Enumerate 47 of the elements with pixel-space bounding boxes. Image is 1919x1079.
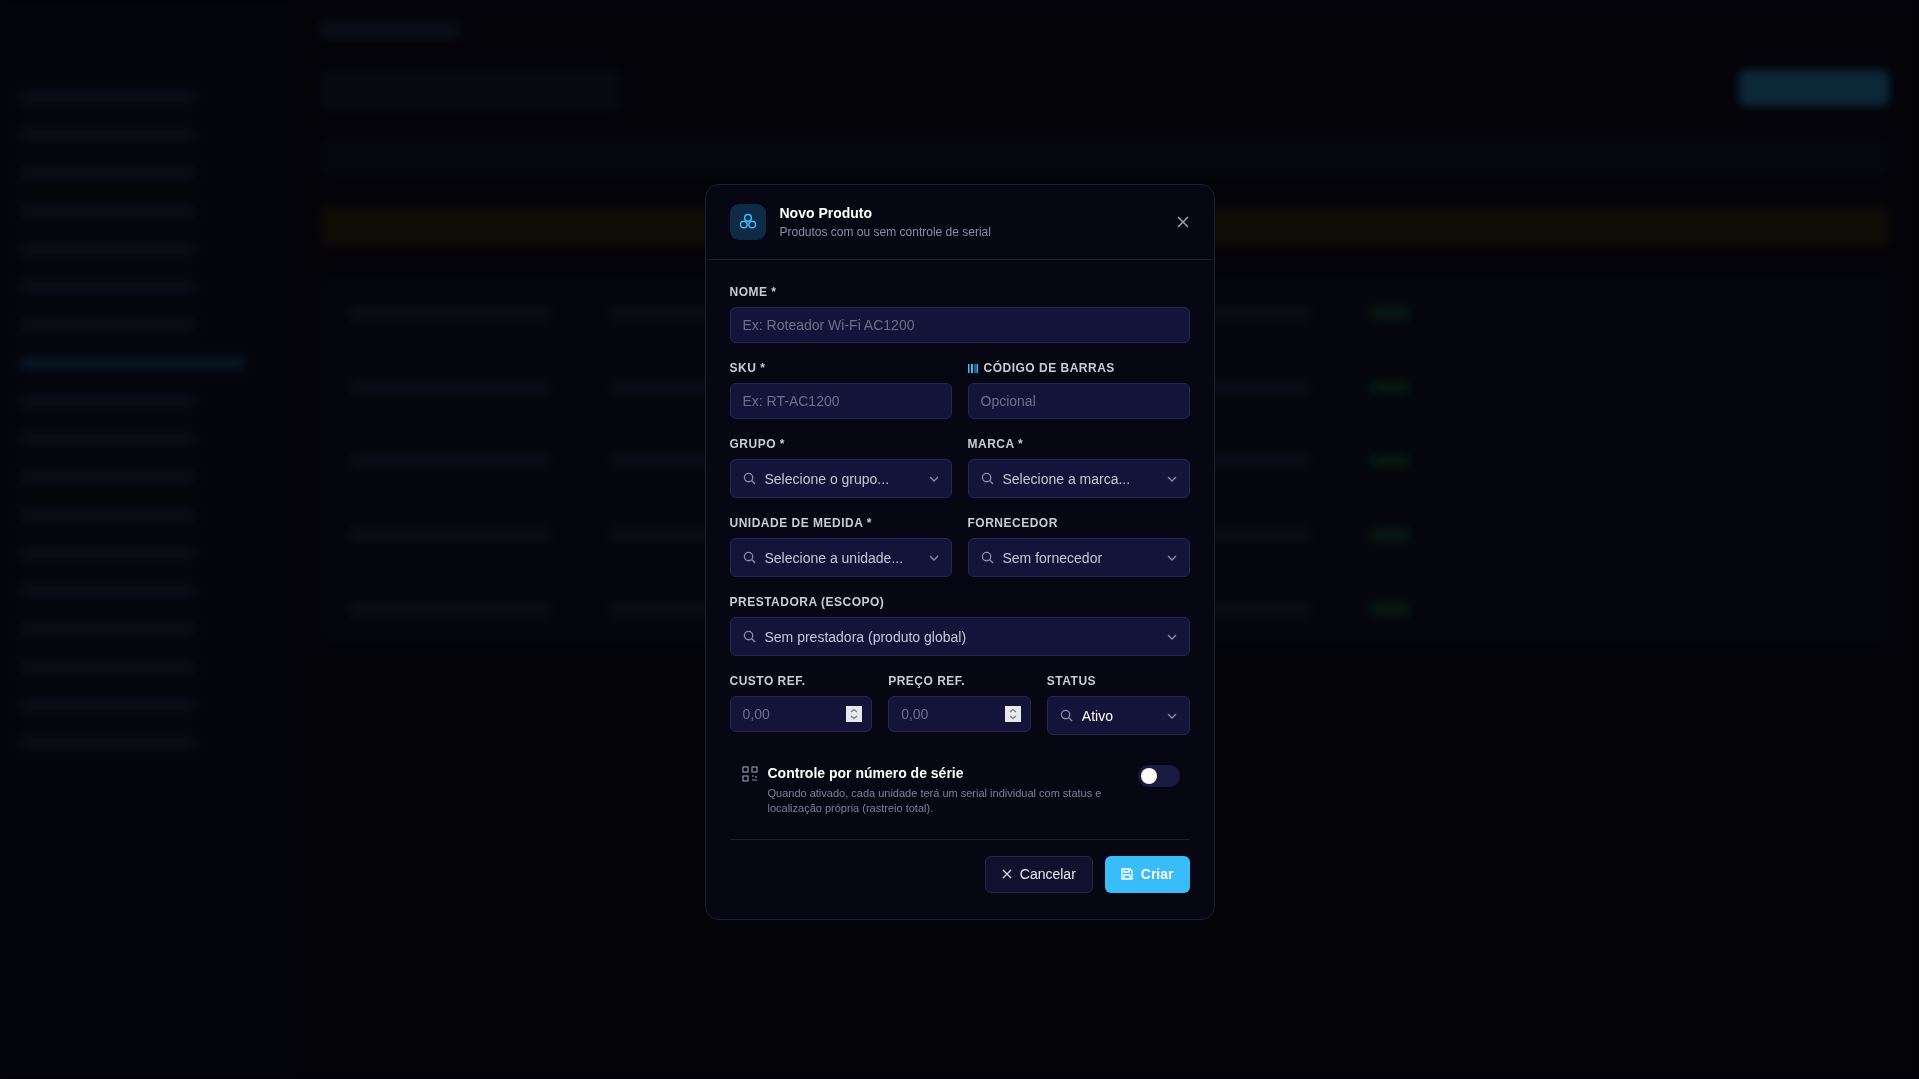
input-field[interactable]: Ex: RT-AC1200 — [729, 383, 952, 419]
field-label: FORNECEDOR — [967, 516, 1058, 530]
search-icon — [742, 630, 756, 643]
field-label: PRESTADORA (ESCOPO) — [729, 595, 885, 609]
chevron-down-icon — [1166, 712, 1177, 719]
spinner-icon[interactable] — [846, 706, 863, 722]
search-icon — [742, 551, 756, 564]
save-icon — [1120, 868, 1133, 881]
number-field[interactable]: 0,00 — [729, 696, 873, 732]
cancel-button[interactable]: Cancelar — [984, 855, 1093, 893]
field-label: CÓDIGO DE BARRAS — [983, 361, 1115, 375]
field-label: STATUS — [1046, 674, 1097, 688]
select-field[interactable]: Sem prestadora (produto global) — [729, 617, 1190, 656]
select-field[interactable]: Selecione a marca... — [967, 459, 1190, 498]
serial-control-title: Controle por número de série — [767, 765, 965, 781]
select-field[interactable]: Selecione o grupo... — [729, 459, 952, 498]
select-field[interactable]: Ativo — [1046, 696, 1190, 735]
close-icon[interactable] — [1175, 215, 1190, 229]
field-label: SKU * — [729, 361, 766, 375]
select-field[interactable]: Selecione a unidade... — [729, 538, 952, 577]
close-icon — [1001, 869, 1012, 880]
input-field[interactable]: Ex: Roteador Wi-Fi AC1200 — [729, 307, 1190, 343]
chevron-down-icon — [928, 475, 939, 482]
chevron-down-icon — [928, 554, 939, 561]
field-label: PREÇO REF. — [888, 674, 966, 688]
number-field[interactable]: 0,00 — [888, 696, 1031, 732]
field-label: CUSTO REF. — [729, 674, 806, 688]
field-label: MARCA * — [967, 437, 1024, 451]
search-icon — [1059, 709, 1073, 722]
chevron-down-icon — [1166, 633, 1177, 640]
dialog-title: Novo Produto — [779, 205, 874, 221]
search-icon — [742, 472, 756, 485]
serial-control-description: Quando ativado, cada unidade terá um serial individual com status e localização própria (rastreio total). — [767, 786, 1103, 817]
input-field[interactable]: Opcional — [967, 383, 1190, 419]
cubes-icon — [729, 204, 766, 240]
barcode-icon — [967, 363, 978, 373]
search-icon — [980, 472, 994, 485]
qr-code-icon — [741, 766, 758, 782]
chevron-down-icon — [1166, 475, 1177, 482]
toggle-switch[interactable] — [1137, 765, 1180, 787]
field-label: UNIDADE DE MEDIDA * — [729, 516, 872, 530]
select-field[interactable]: Sem fornecedor — [967, 538, 1190, 577]
field-label: GRUPO * — [729, 437, 785, 451]
field-label: NOME * — [729, 285, 777, 299]
chevron-down-icon — [1166, 554, 1177, 561]
dialog-subtitle: Produtos com ou sem controle de serial — [779, 225, 992, 239]
search-icon — [980, 551, 994, 564]
